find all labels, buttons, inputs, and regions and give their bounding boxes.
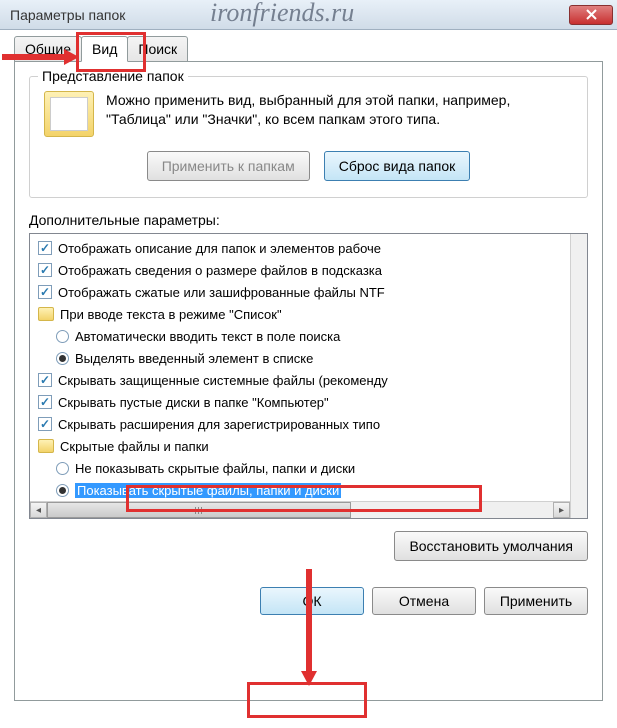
folder-icon (38, 439, 54, 453)
list-item-selected[interactable]: Показывать скрытые файлы, папки и диски (32, 479, 585, 501)
close-button[interactable] (569, 5, 613, 25)
radio-icon[interactable] (56, 330, 69, 343)
reset-folders-button[interactable]: Сброс вида папок (324, 151, 471, 181)
list-item[interactable]: Отображать сжатые или зашифрованные файл… (32, 281, 585, 303)
vertical-scrollbar[interactable] (570, 234, 587, 518)
checkbox-icon[interactable] (38, 263, 52, 277)
annotation-arrow-icon (2, 48, 80, 66)
horizontal-scrollbar[interactable]: ◂ ▸ (30, 501, 570, 518)
group-title: Представление папок (38, 68, 188, 84)
folder-icon (38, 307, 54, 321)
radio-icon[interactable] (56, 462, 69, 475)
checkbox-icon[interactable] (38, 285, 52, 299)
checkbox-icon[interactable] (38, 395, 52, 409)
apply-to-folders-button[interactable]: Применить к папкам (147, 151, 310, 181)
window-title: Параметры папок (10, 7, 125, 23)
list-item[interactable]: Скрывать расширения для зарегистрированн… (32, 413, 585, 435)
radio-icon[interactable] (56, 352, 69, 365)
list-item[interactable]: Скрывать пустые диски в папке "Компьютер… (32, 391, 585, 413)
checkbox-icon[interactable] (38, 373, 52, 387)
list-item[interactable]: Отображать описание для папок и элементо… (32, 237, 585, 259)
scroll-right-icon[interactable]: ▸ (553, 502, 570, 518)
radio-icon[interactable] (56, 484, 69, 497)
checkbox-icon[interactable] (38, 241, 52, 255)
checkbox-icon[interactable] (38, 417, 52, 431)
list-item[interactable]: Отображать сведения о размере файлов в п… (32, 259, 585, 281)
tab-view[interactable]: Вид (81, 36, 128, 62)
folder-views-group: Представление папок Можно применить вид,… (29, 76, 588, 198)
tab-strip: Общие Вид Поиск (14, 36, 603, 62)
list-item[interactable]: При вводе текста в режиме "Список" (32, 303, 585, 325)
list-item[interactable]: Не показывать скрытые файлы, папки и дис… (32, 457, 585, 479)
restore-defaults-button[interactable]: Восстановить умолчания (394, 531, 588, 561)
advanced-settings-label: Дополнительные параметры: (29, 212, 588, 228)
advanced-settings-list[interactable]: Отображать описание для папок и элементо… (29, 233, 588, 519)
watermark-text: ironfriends.ru (210, 0, 354, 28)
scroll-track[interactable] (47, 502, 553, 518)
scroll-thumb[interactable] (47, 502, 351, 518)
apply-button[interactable]: Применить (484, 587, 588, 615)
list-item[interactable]: Скрытые файлы и папки (32, 435, 585, 457)
close-icon (586, 9, 597, 20)
list-item[interactable]: Автоматически вводить текст в поле поиск… (32, 325, 585, 347)
title-bar: Параметры папок ironfriends.ru (0, 0, 617, 30)
list-item[interactable]: Скрывать защищенные системные файлы (рек… (32, 369, 585, 391)
scroll-left-icon[interactable]: ◂ (30, 502, 47, 518)
tab-search[interactable]: Поиск (127, 36, 188, 62)
group-description: Можно применить вид, выбранный для этой … (106, 91, 573, 137)
annotation-arrow-down-icon (300, 569, 318, 687)
list-item[interactable]: Выделять введенный элемент в списке (32, 347, 585, 369)
folder-icon (44, 91, 94, 137)
cancel-button[interactable]: Отмена (372, 587, 476, 615)
